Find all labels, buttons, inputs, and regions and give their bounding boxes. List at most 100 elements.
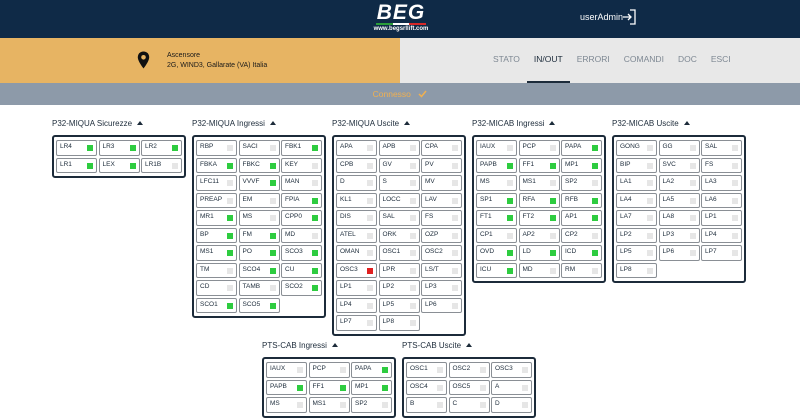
status-indicator (409, 232, 416, 239)
status-indicator (129, 145, 136, 151)
io-cell-label: MD (285, 230, 296, 238)
tab-stato[interactable]: STATO (486, 38, 527, 83)
caret-up-icon[interactable] (269, 121, 276, 125)
tab-in-out[interactable]: IN/OUT (526, 38, 570, 83)
io-cell: LA7 (616, 210, 657, 226)
status-indicator (452, 197, 458, 204)
io-cell-label: FBK1 (285, 143, 302, 150)
tab-comandi[interactable]: COMANDI (617, 38, 671, 83)
tab-doc[interactable]: DOC (671, 38, 704, 83)
group-title[interactable]: P32-MICAB Uscite (612, 119, 690, 128)
io-cell-label: ICD (565, 248, 577, 255)
io-cell: APB (378, 140, 420, 156)
io-cell-label: MAN (285, 178, 300, 185)
io-cell-label: IAUX (270, 365, 286, 372)
status-indicator (522, 402, 528, 408)
io-cell: MS (238, 210, 280, 226)
io-cell-label: CPP0 (285, 213, 302, 220)
io-cell-label: SACI (242, 143, 258, 150)
group-title[interactable]: P32-MIQUA Uscite (332, 119, 411, 128)
io-cell-label: ICU (480, 265, 492, 273)
io-cell: PAPB (266, 379, 307, 395)
io-cell: D (491, 397, 532, 413)
io-cell-label: RFA (522, 195, 536, 203)
io-cell-label: SCO1 (200, 300, 218, 308)
io-cell: LA2 (658, 175, 700, 191)
io-cell: BIP (616, 157, 657, 173)
io-cell-label: ATEL (340, 230, 356, 238)
connection-bar: Connesso (0, 83, 800, 105)
status-indicator (592, 145, 598, 151)
io-cell: CP1 (476, 227, 517, 243)
status-indicator (339, 367, 346, 373)
io-cell-label: PCP (522, 143, 536, 150)
status-indicator (549, 215, 556, 221)
io-cell: LP8 (378, 315, 420, 331)
status-indicator (382, 402, 388, 408)
io-cell-label: AP1 (565, 213, 578, 220)
io-cell-label: MS (242, 213, 253, 220)
io-cell: LA4 (616, 192, 657, 208)
io-cell: RFA (518, 192, 560, 208)
status-indicator (522, 384, 528, 391)
io-cell-label: LP3 (425, 283, 437, 290)
status-indicator (297, 384, 303, 391)
tab-errori[interactable]: ERRORI (570, 38, 617, 83)
io-cell-label: SP1 (480, 195, 493, 203)
io-cell-label: LP1 (340, 283, 352, 290)
status-indicator (367, 320, 373, 326)
status-indicator (382, 367, 388, 373)
io-cell: IAUX (266, 362, 307, 378)
group-title[interactable]: PTS-CAB Uscite (402, 341, 473, 350)
group-title[interactable]: PTS-CAB Ingressi (262, 341, 338, 350)
logout-icon[interactable] (622, 9, 636, 25)
status-indicator (689, 232, 696, 239)
status-indicator (479, 367, 486, 373)
io-cell: LR3 (98, 140, 140, 156)
status-indicator (592, 267, 598, 274)
status-indicator (172, 145, 178, 151)
io-cell-label: LR1B (145, 160, 162, 168)
io-cell-label: IAUX (480, 143, 496, 150)
check-icon (418, 90, 427, 98)
status-indicator (479, 402, 486, 408)
caret-up-icon[interactable] (466, 343, 473, 347)
io-cell-label: FS (425, 213, 434, 220)
status-indicator (409, 180, 416, 186)
status-indicator (437, 384, 443, 391)
io-cell: RFB (561, 192, 602, 208)
group-title-label: P32-MICAB Uscite (612, 119, 679, 128)
caret-up-icon[interactable] (331, 343, 338, 347)
status-indicator (592, 180, 598, 186)
status-indicator (312, 162, 318, 169)
io-cell-label: OSC1 (382, 248, 401, 255)
status-indicator (507, 232, 513, 239)
io-cell-label: LR4 (60, 143, 72, 150)
io-cell: PAPB (476, 157, 517, 173)
caret-up-icon[interactable] (549, 121, 556, 125)
io-cell-label: FT2 (522, 213, 535, 220)
io-cell: SP1 (476, 192, 517, 208)
group-title[interactable]: P32-MIQUA Ingressi (192, 119, 276, 128)
group-title[interactable]: P32-MIQUA Sicurezze (52, 119, 144, 128)
caret-up-icon[interactable] (137, 121, 144, 125)
io-cell-label: LOCC (382, 195, 401, 203)
status-indicator (689, 145, 696, 151)
io-cell-label: SCO2 (285, 283, 303, 290)
status-indicator (312, 180, 318, 186)
io-cell: FS (421, 210, 462, 226)
status-indicator (732, 145, 738, 151)
caret-up-icon[interactable] (683, 121, 690, 125)
status-indicator (437, 367, 443, 373)
io-cell-label: A (495, 382, 500, 390)
io-cell: OVD (476, 245, 517, 261)
caret-up-icon[interactable] (404, 121, 411, 125)
group-title[interactable]: P32-MICAB Ingressi (472, 119, 556, 128)
tab-esci[interactable]: ESCI (704, 38, 738, 83)
io-cell: MS1 (518, 175, 560, 191)
io-cell-label: LP6 (662, 248, 675, 255)
status-indicator (227, 145, 233, 151)
io-cell: PAPA (351, 362, 392, 378)
io-cell: LPR (378, 262, 420, 278)
status-indicator (269, 285, 276, 291)
